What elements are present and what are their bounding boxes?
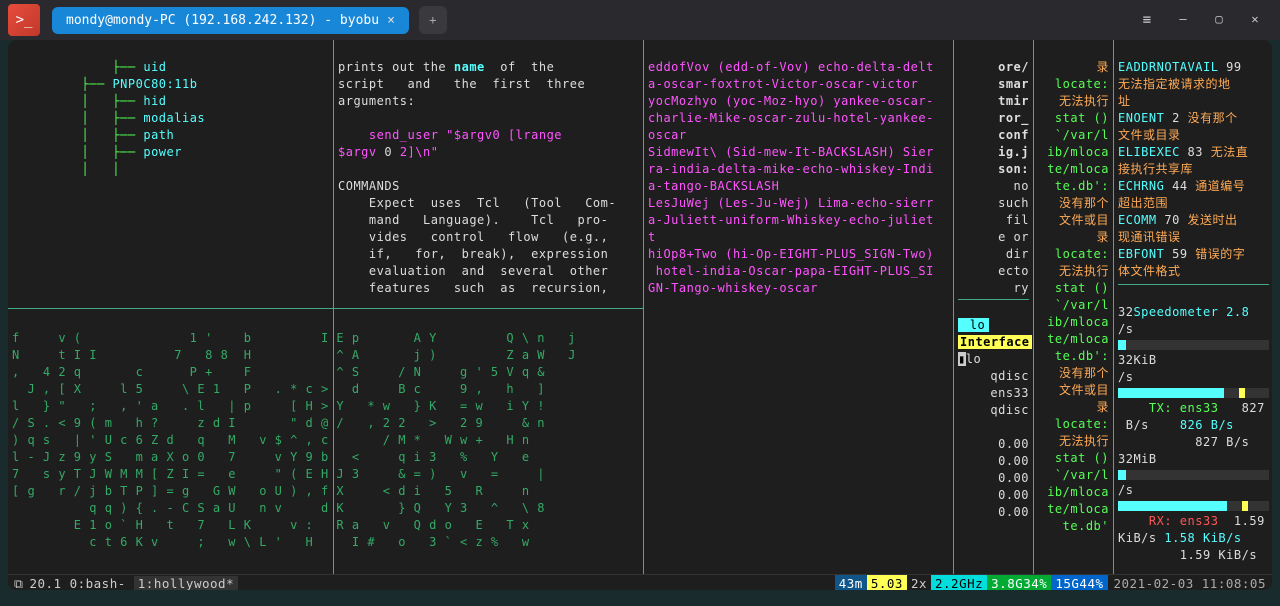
statusbar: ⧉ 20.1 0:bash- 1:hollywood* 43m5.032x2.2… <box>8 574 1272 590</box>
pane-locate: 录 locate: 无法执行 stat () `/var/l ib/mloca … <box>1033 40 1113 574</box>
tab-title: mondy@mondy-PC (192.168.242.132) - byobu <box>66 13 379 28</box>
pane-jq-net: ore/ smar tmir ror_ conf ig.j son: no su… <box>953 40 1033 574</box>
status-disk: 15G44% <box>1051 575 1107 590</box>
app-icon: >_ <box>8 4 40 36</box>
status-mem: 3.8G34% <box>987 575 1051 590</box>
terminal[interactable]: ├── │ ├── uiduid ├── PNP0C80:11b │ ├── h… <box>8 40 1272 590</box>
byobu-icon: ⧉ <box>14 575 23 590</box>
menu-icon[interactable]: ≡ <box>1138 12 1156 28</box>
net-interface-header: Interface <box>958 335 1032 349</box>
tab-active[interactable]: mondy@mondy-PC (192.168.242.132) - byobu… <box>52 7 409 34</box>
close-button[interactable]: ✕ <box>1246 12 1264 28</box>
status-freq: 2.2GHz <box>931 575 987 590</box>
status-uptime: 43m <box>835 575 867 590</box>
status-cores: 2x <box>907 575 931 590</box>
titlebar: >_ mondy@mondy-PC (192.168.242.132) - by… <box>0 0 1280 40</box>
maximize-button[interactable]: ▢ <box>1210 12 1228 28</box>
new-tab-button[interactable]: + <box>419 6 447 34</box>
net-lo-selected: lo <box>958 318 989 332</box>
pane-phonetic: eddofVov (edd-of-Vov) echo-delta-delt a-… <box>643 40 953 574</box>
pane-errno-speed: EADDRNOTAVAIL 99 无法指定被请求的地 址 ENOENT 2 没有… <box>1113 40 1272 574</box>
status-windows: 20.1 0:bash- 1:hollywood* <box>29 575 238 590</box>
tab-close-icon[interactable]: × <box>387 13 395 28</box>
status-load: 5.03 <box>867 575 907 590</box>
minimize-button[interactable]: — <box>1174 12 1192 28</box>
status-active-window[interactable]: 1:hollywood* <box>134 576 238 590</box>
pane-matrix: f v ( 1 ' b I E p A Y Q \ n j N t I I 7 … <box>8 308 643 572</box>
status-datetime: 2021-02-03 11:08:05 <box>1108 575 1267 590</box>
